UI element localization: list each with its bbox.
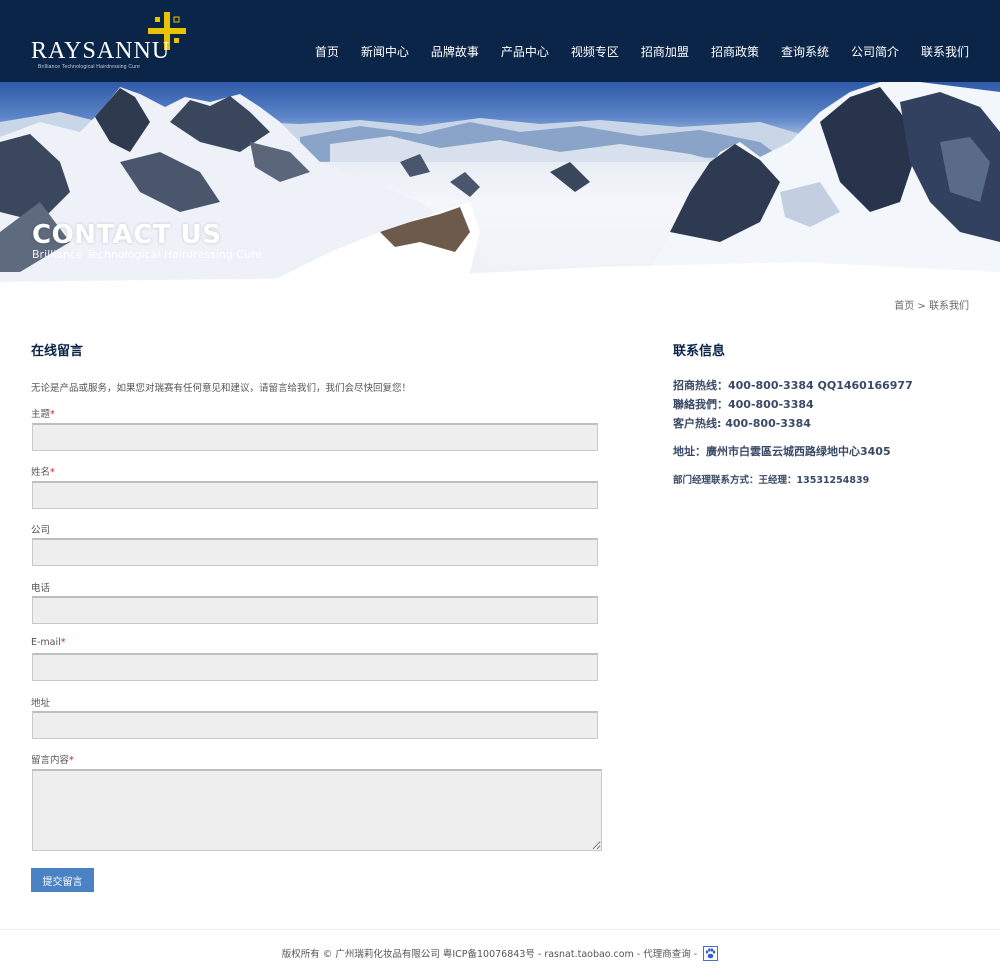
submit-button[interactable]: 提交留言 (31, 868, 94, 892)
phone-label: 电话 (31, 583, 51, 594)
email-input[interactable] (32, 653, 598, 681)
brand-tagline: Brilliance Technological Hairdressing Cu… (38, 64, 140, 70)
nav-item-videos[interactable]: 视频专区 (549, 43, 619, 60)
hero-banner: CONTACT US Brilliance Technological Hair… (0, 82, 1000, 282)
company-input[interactable] (32, 538, 598, 566)
name-label: 姓名* (31, 467, 55, 478)
contact-us-line: 聯絡我們：400-800-3384 (673, 398, 814, 411)
baidu-paw-icon[interactable] (703, 946, 719, 961)
site-header: RAYSANNU Brilliance Technological Hairdr… (0, 0, 1000, 82)
nav-item-products[interactable]: 产品中心 (479, 43, 549, 60)
banner-subtitle: Brilliance Technological Hairdressing Cu… (32, 248, 262, 261)
breadcrumb-separator: > (914, 301, 929, 312)
main-nav: 首页 新闻中心 品牌故事 产品中心 视频专区 招商加盟 招商政策 查询系统 公司… (315, 43, 969, 60)
breadcrumb-home-link[interactable]: 首页 (894, 301, 914, 312)
email-label: E-mail* (31, 637, 66, 648)
form-title: 在线留言 (31, 344, 84, 359)
contact-info: 联系信息 招商热线：400-800-3384 QQ1460166977 聯絡我們… (673, 340, 973, 486)
nav-item-franchise[interactable]: 招商加盟 (619, 43, 689, 60)
address-line: 地址：廣州市白雲區云城西路绿地中心3405 (673, 445, 891, 458)
phone-input[interactable] (32, 596, 598, 624)
brand-name: RAYSANNU (31, 38, 171, 64)
franchise-hotline: 招商热线：400-800-3384 QQ1460166977 (673, 379, 913, 392)
breadcrumb: 首页 > 联系我们 (894, 297, 969, 312)
nav-item-policy[interactable]: 招商政策 (689, 43, 759, 60)
company-label: 公司 (31, 525, 51, 536)
subject-label: 主题* (31, 409, 55, 420)
address-input[interactable] (32, 711, 598, 739)
required-mark: * (69, 755, 74, 766)
nav-item-news[interactable]: 新闻中心 (339, 43, 409, 60)
form-intro: 无论是产品或服务，如果您对瑞赛有任何意见和建议，请留言给我们，我们会尽快回复您！ (31, 383, 412, 394)
nav-item-brand-story[interactable]: 品牌故事 (409, 43, 479, 60)
breadcrumb-current: 联系我们 (929, 301, 969, 312)
message-textarea[interactable] (32, 769, 602, 851)
required-mark: * (60, 637, 66, 648)
required-mark: * (50, 467, 55, 478)
footer-copyright: 版权所有 © 广州瑞莉化妆品有限公司 粤ICP备10076843号 - rasn… (0, 946, 1000, 962)
manager-contact: 部门经理联系方式：王经理：13531254839 (673, 475, 870, 486)
site-footer: 版权所有 © 广州瑞莉化妆品有限公司 粤ICP备10076843号 - rasn… (0, 929, 1000, 977)
name-input[interactable] (32, 481, 598, 509)
nav-item-contact[interactable]: 联系我们 (899, 43, 969, 60)
banner-title: CONTACT US (32, 220, 222, 250)
customer-hotline: 客户热线: 400-800-3384 (673, 417, 811, 430)
address-label: 地址 (31, 698, 51, 709)
message-label: 留言内容* (31, 755, 74, 766)
nav-item-home[interactable]: 首页 (315, 43, 339, 60)
subject-input[interactable] (32, 423, 598, 451)
message-form: 在线留言 无论是产品或服务，如果您对瑞赛有任何意见和建议，请留言给我们，我们会尽… (31, 340, 606, 892)
contact-title: 联系信息 (673, 344, 726, 359)
nav-item-about[interactable]: 公司简介 (829, 43, 899, 60)
nav-item-query[interactable]: 查询系统 (759, 43, 829, 60)
required-mark: * (50, 409, 55, 420)
brand-logo[interactable]: RAYSANNU Brilliance Technological Hairdr… (31, 12, 191, 74)
